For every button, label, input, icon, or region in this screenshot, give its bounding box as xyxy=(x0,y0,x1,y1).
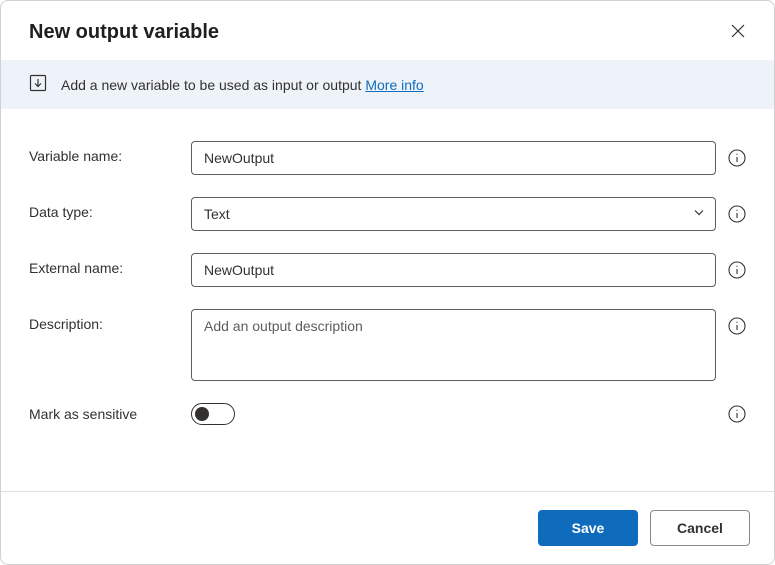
data-type-value: Text xyxy=(204,206,230,222)
data-type-row: Data type: Text xyxy=(29,197,746,231)
info-icon[interactable] xyxy=(728,205,746,223)
description-row: Description: xyxy=(29,309,746,381)
external-name-input[interactable] xyxy=(191,253,716,287)
description-textarea[interactable] xyxy=(191,309,716,381)
save-button[interactable]: Save xyxy=(538,510,638,546)
external-name-row: External name: xyxy=(29,253,746,287)
close-button[interactable] xyxy=(726,19,750,46)
info-banner-text: Add a new variable to be used as input o… xyxy=(61,77,424,93)
dialog-footer: Save Cancel xyxy=(1,491,774,564)
info-icon[interactable] xyxy=(728,405,746,423)
external-name-label: External name: xyxy=(29,253,191,276)
info-icon[interactable] xyxy=(728,261,746,279)
info-banner: Add a new variable to be used as input o… xyxy=(1,60,774,109)
info-icon[interactable] xyxy=(728,317,746,335)
cancel-button[interactable]: Cancel xyxy=(650,510,750,546)
more-info-link[interactable]: More info xyxy=(365,77,423,93)
variable-name-label: Variable name: xyxy=(29,141,191,164)
data-type-label: Data type: xyxy=(29,197,191,220)
new-output-variable-dialog: New output variable Add a new variable t… xyxy=(0,0,775,565)
toggle-knob xyxy=(195,407,209,421)
form-body: Variable name: Data type: Text xyxy=(1,109,774,491)
dialog-title: New output variable xyxy=(29,21,219,44)
info-icon[interactable] xyxy=(728,149,746,167)
mark-sensitive-toggle[interactable] xyxy=(191,403,235,425)
variable-io-icon xyxy=(29,74,47,95)
description-label: Description: xyxy=(29,309,191,332)
close-icon xyxy=(730,23,746,42)
mark-sensitive-row: Mark as sensitive xyxy=(29,403,746,425)
variable-name-input[interactable] xyxy=(191,141,716,175)
mark-sensitive-label: Mark as sensitive xyxy=(29,406,191,422)
data-type-select[interactable]: Text xyxy=(191,197,716,231)
info-banner-message: Add a new variable to be used as input o… xyxy=(61,77,365,93)
variable-name-row: Variable name: xyxy=(29,141,746,175)
dialog-header: New output variable xyxy=(1,1,774,60)
